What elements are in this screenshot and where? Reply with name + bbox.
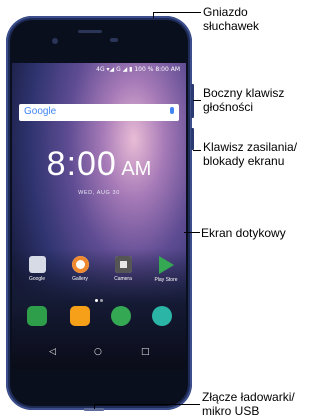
callout-line: głośności: [203, 100, 254, 114]
play-store-icon: [158, 256, 174, 274]
navigation-bar: ◁ ○ □: [12, 339, 186, 369]
camera-icon: [114, 256, 132, 273]
recents-icon[interactable]: □: [141, 347, 150, 357]
phone-icon[interactable]: [27, 306, 47, 326]
clock-ampm: AM: [121, 158, 152, 180]
callout-headphone-jack: Gniazdo słuchawek: [203, 5, 259, 33]
page-indicator: [94, 287, 104, 306]
app-google[interactable]: Google: [19, 256, 55, 282]
callout-line: Złącze ładowarki/: [202, 390, 295, 404]
power-key[interactable]: [191, 128, 194, 150]
leader-line: [193, 150, 201, 151]
app-camera[interactable]: Camera: [105, 256, 141, 282]
clock-widget[interactable]: 8:00 AM: [12, 145, 186, 184]
leader-line: [94, 404, 95, 409]
callout-volume-key: Boczny klawisz głośności: [203, 86, 284, 114]
page-dot: [100, 299, 103, 302]
browser-icon[interactable]: [152, 306, 172, 326]
google-logo: Google: [24, 106, 57, 117]
google-folder-icon: [28, 256, 46, 273]
app-label: Camera: [114, 276, 132, 282]
back-icon[interactable]: ◁: [49, 347, 56, 357]
app-label: Play Store: [154, 277, 178, 283]
app-gallery[interactable]: Gallery: [62, 256, 98, 282]
app-play-store[interactable]: Play Store: [148, 256, 184, 283]
callout-line: Boczny klawisz: [203, 86, 285, 100]
messages-icon[interactable]: [111, 306, 131, 326]
google-search-bar[interactable]: Google: [19, 104, 179, 121]
leader-line: [184, 232, 200, 233]
callout-touchscreen: Ekran dotykowy: [201, 226, 286, 240]
callout-line: blokady ekranu: [203, 154, 285, 168]
gallery-icon: [71, 256, 89, 273]
sensor-icon: [110, 38, 118, 42]
leader-line: [153, 12, 201, 13]
callout-charger-port: Złącze ładowarki/ mikro USB: [202, 390, 295, 418]
app-label: Gallery: [72, 276, 88, 282]
earpiece: [78, 30, 102, 33]
clock-date: WED, AUG 30: [78, 190, 120, 196]
callout-line: mikro USB: [202, 404, 260, 418]
leader-line: [193, 100, 201, 101]
status-bar: 4G ▾◢ G ◢ ▮ 100 % 8:00 AM: [96, 66, 180, 73]
home-icon[interactable]: ○: [94, 347, 102, 357]
touchscreen[interactable]: 4G ▾◢ G ◢ ▮ 100 % 8:00 AM Google 8:00 AM…: [12, 63, 186, 369]
volume-key[interactable]: [191, 84, 194, 118]
callout-line: Gniazdo: [203, 5, 248, 19]
leader-line: [94, 404, 200, 405]
front-camera-icon: [52, 38, 58, 44]
callout-power-key: Klawisz zasilania/ blokady ekranu: [203, 140, 297, 168]
contacts-icon[interactable]: [70, 306, 90, 326]
callout-line: słuchawek: [203, 19, 260, 33]
app-label: Google: [28, 276, 46, 282]
page-dot: [95, 299, 98, 302]
callout-line: Klawisz zasilania/: [203, 140, 298, 154]
clock-time: 8:00: [46, 145, 117, 183]
mic-icon[interactable]: [170, 107, 174, 114]
